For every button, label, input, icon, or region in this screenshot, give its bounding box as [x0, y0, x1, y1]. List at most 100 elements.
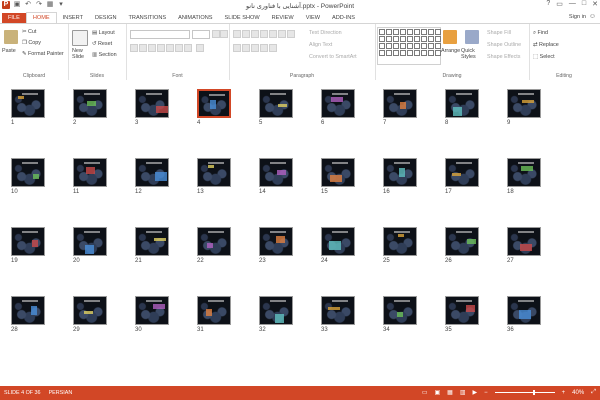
slide-preview[interactable]: [11, 89, 45, 118]
slide-preview[interactable]: [73, 89, 107, 118]
slide-preview[interactable]: [507, 158, 541, 187]
find-button[interactable]: ⌕ Find: [533, 30, 548, 37]
italic-icon[interactable]: [139, 44, 147, 52]
slide-thumbnail[interactable]: 11: [73, 158, 107, 195]
shape-outline-button[interactable]: Shape Outline: [487, 42, 521, 48]
ltr-icon[interactable]: [278, 30, 286, 38]
select-button[interactable]: ⬚ Select: [533, 54, 555, 60]
slide-thumbnail[interactable]: 14: [259, 158, 293, 195]
new-slide-icon[interactable]: [72, 30, 88, 46]
slide-thumbnail[interactable]: 13: [197, 158, 231, 195]
slide-thumbnail[interactable]: 7: [383, 89, 417, 126]
slide-preview[interactable]: [321, 158, 355, 187]
slide-thumbnail[interactable]: 8: [445, 89, 479, 126]
zoom-in-button[interactable]: +: [562, 390, 566, 396]
paste-button[interactable]: Paste: [2, 48, 16, 54]
slide-preview[interactable]: [197, 158, 231, 187]
ribbon-display-icon[interactable]: ▭: [556, 0, 563, 8]
align-left-icon[interactable]: [233, 44, 241, 52]
sign-in-link[interactable]: Sign in: [569, 14, 586, 20]
slide-preview[interactable]: [383, 158, 417, 187]
slide-thumbnail[interactable]: 29: [73, 296, 107, 333]
slide-preview[interactable]: [383, 296, 417, 325]
slide-thumbnail[interactable]: 27: [507, 227, 541, 264]
slide-thumbnail[interactable]: 19: [11, 227, 45, 264]
slide-preview[interactable]: [445, 296, 479, 325]
slide-thumbnail[interactable]: 5: [259, 89, 293, 126]
slide-preview[interactable]: [321, 89, 355, 118]
format-painter-button[interactable]: ✎ Format Painter: [22, 51, 64, 57]
fit-to-window-icon[interactable]: ⤢: [591, 389, 596, 396]
slide-preview[interactable]: [507, 296, 541, 325]
slide-thumbnail[interactable]: 28: [11, 296, 45, 333]
shapes-gallery[interactable]: [377, 27, 441, 65]
slide-preview[interactable]: [321, 296, 355, 325]
line-spacing-icon[interactable]: [269, 30, 277, 38]
slide-preview[interactable]: [259, 227, 293, 256]
rtl-icon[interactable]: [287, 30, 295, 38]
quick-styles-icon[interactable]: [465, 30, 479, 44]
zoom-level[interactable]: 40%: [572, 390, 584, 396]
slide-thumbnail[interactable]: 18: [507, 158, 541, 195]
slide-preview[interactable]: [259, 89, 293, 118]
slide-thumbnail[interactable]: 22: [197, 227, 231, 264]
align-center-icon[interactable]: [242, 44, 250, 52]
cut-button[interactable]: ✂ Cut: [22, 29, 36, 35]
font-size-field[interactable]: [192, 30, 210, 39]
arrange-button[interactable]: Arrange: [441, 48, 460, 54]
slide-preview[interactable]: [445, 227, 479, 256]
slide-preview[interactable]: [445, 89, 479, 118]
slide-thumbnail[interactable]: 15: [321, 158, 355, 195]
language-indicator[interactable]: PERSIAN: [49, 390, 73, 396]
slide-thumbnail[interactable]: 12: [135, 158, 169, 195]
reading-view-icon[interactable]: ▥: [460, 389, 466, 396]
slide-preview[interactable]: [11, 227, 45, 256]
quick-styles-button[interactable]: Quick Styles: [461, 48, 483, 60]
slide-thumbnail[interactable]: 4: [197, 89, 231, 126]
slide-preview[interactable]: [11, 158, 45, 187]
section-button[interactable]: ▥ Section: [92, 52, 117, 58]
tab-animations[interactable]: ANIMATIONS: [172, 13, 218, 23]
zoom-out-button[interactable]: −: [484, 390, 488, 396]
layout-button[interactable]: ▤ Layout: [92, 30, 115, 36]
text-direction-button[interactable]: Text Direction: [309, 30, 342, 36]
font-name-field[interactable]: [130, 30, 190, 39]
slide-preview[interactable]: [135, 296, 169, 325]
slide-thumbnail[interactable]: 33: [321, 296, 355, 333]
slide-thumbnail[interactable]: 10: [11, 158, 45, 195]
paste-icon[interactable]: [4, 30, 18, 44]
convert-smartart-button[interactable]: Convert to SmartArt: [309, 54, 357, 60]
tab-view[interactable]: VIEW: [300, 13, 326, 23]
align-right-icon[interactable]: [251, 44, 259, 52]
justify-icon[interactable]: [260, 44, 268, 52]
bold-icon[interactable]: [130, 44, 138, 52]
slide-thumbnail[interactable]: 36: [507, 296, 541, 333]
slide-preview[interactable]: [73, 158, 107, 187]
help-icon[interactable]: ?: [546, 0, 550, 8]
maximize-icon[interactable]: □: [582, 0, 586, 8]
slide-thumbnail[interactable]: 25: [383, 227, 417, 264]
slide-thumbnail[interactable]: 21: [135, 227, 169, 264]
slide-thumbnail[interactable]: 23: [259, 227, 293, 264]
slide-thumbnail[interactable]: 6: [321, 89, 355, 126]
slide-sorter-icon[interactable]: ▦: [447, 389, 453, 396]
slide-thumbnail[interactable]: 9: [507, 89, 541, 126]
slide-thumbnail[interactable]: 17: [445, 158, 479, 195]
slide-preview[interactable]: [197, 227, 231, 256]
slide-preview[interactable]: [321, 227, 355, 256]
reset-button[interactable]: ↺ Reset: [92, 41, 112, 47]
slide-thumbnail[interactable]: 20: [73, 227, 107, 264]
minimize-icon[interactable]: —: [569, 0, 576, 8]
new-slide-button[interactable]: New Slide: [72, 48, 88, 60]
tab-slide-show[interactable]: SLIDE SHOW: [219, 13, 266, 23]
slide-thumbnail[interactable]: 31: [197, 296, 231, 333]
increase-indent-icon[interactable]: [260, 30, 268, 38]
bullets-icon[interactable]: [233, 30, 241, 38]
normal-view-icon[interactable]: ▣: [435, 389, 441, 396]
slideshow-icon[interactable]: ▶: [473, 389, 478, 396]
change-case-icon[interactable]: [184, 44, 192, 52]
close-icon[interactable]: ✕: [592, 0, 598, 8]
shape-effects-button[interactable]: Shape Effects: [487, 54, 520, 60]
slide-thumbnail[interactable]: 3: [135, 89, 169, 126]
notes-icon[interactable]: ▭: [422, 389, 428, 396]
